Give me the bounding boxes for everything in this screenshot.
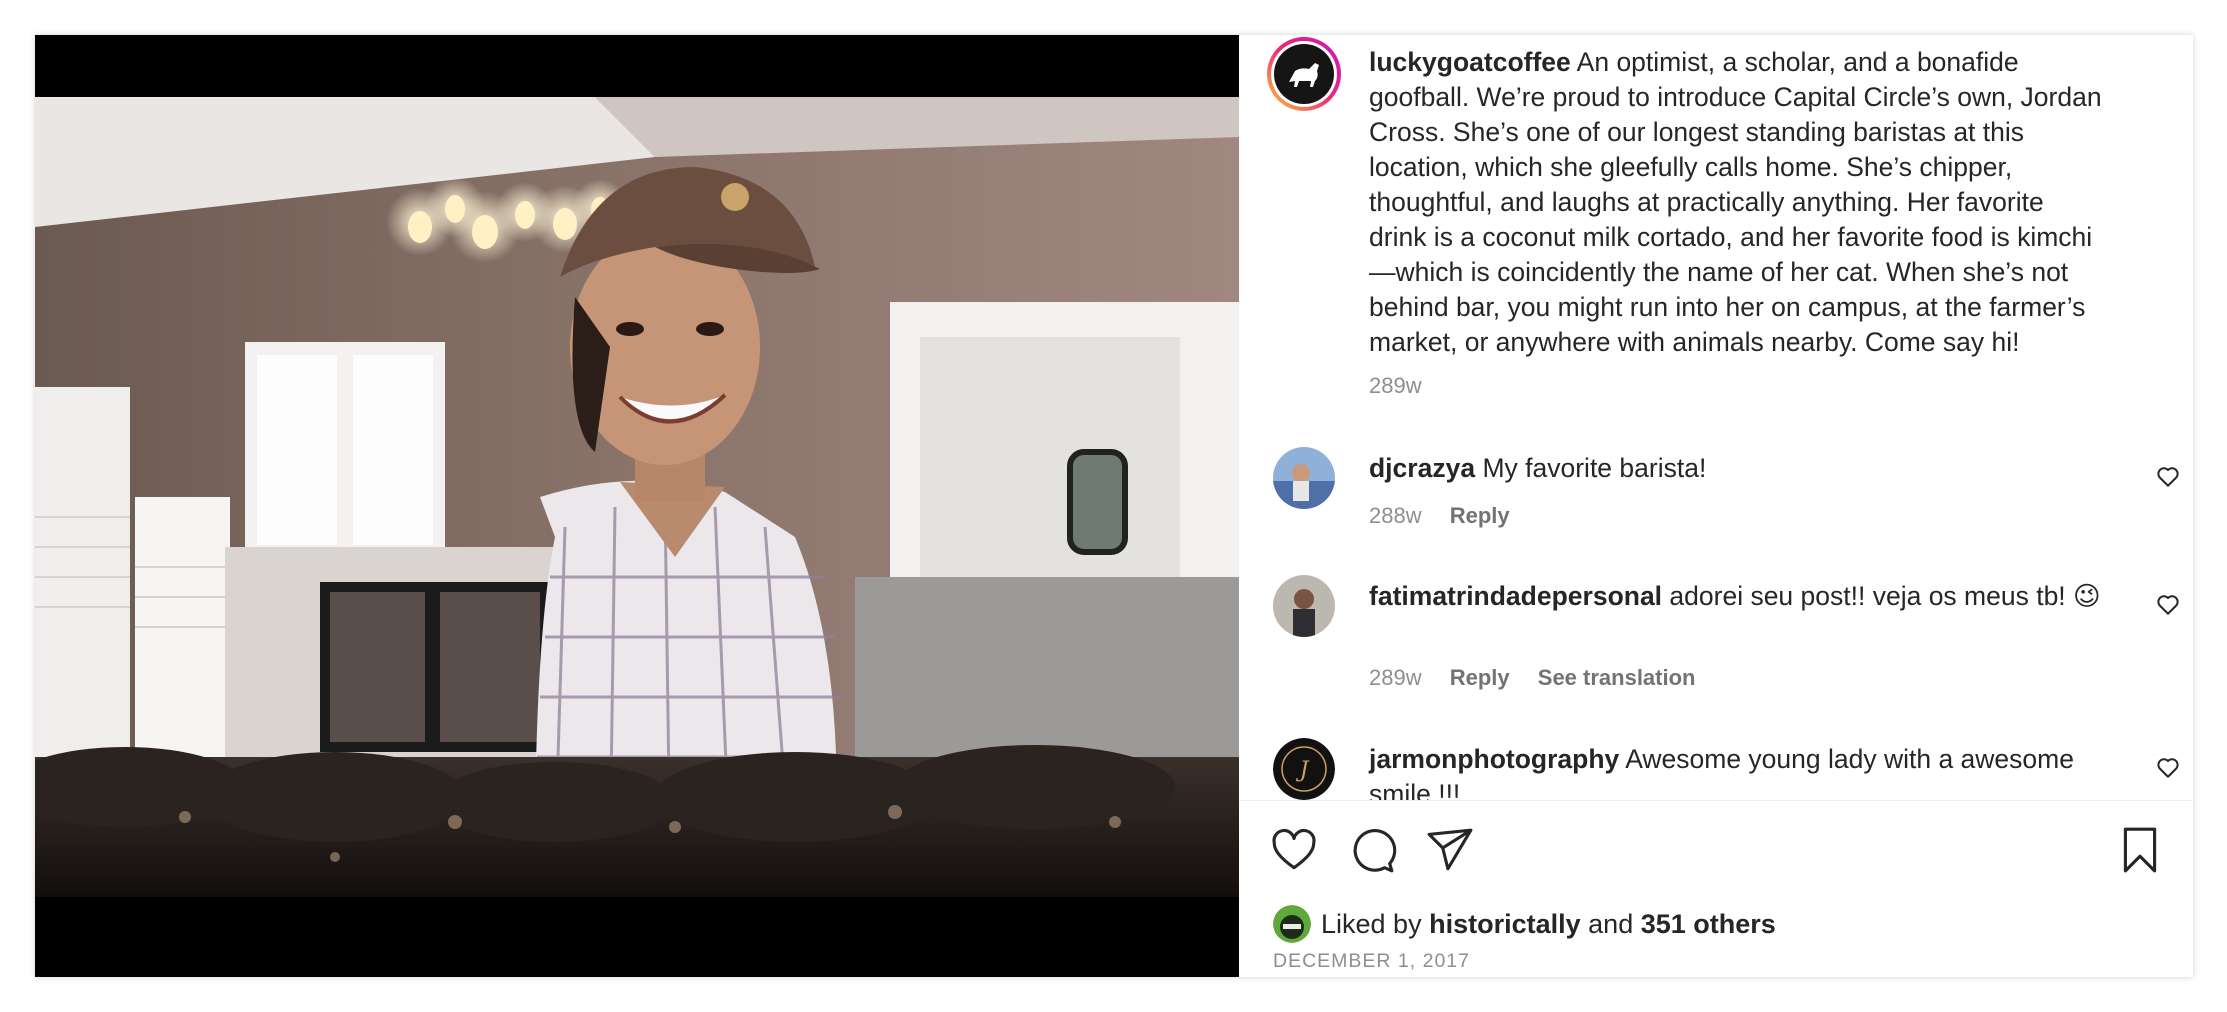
comment-username[interactable]: jarmonphotography xyxy=(1369,744,1619,774)
bookmark-icon[interactable] xyxy=(2115,825,2165,875)
share-icon[interactable] xyxy=(1425,825,1475,875)
likes-prefix: Liked by xyxy=(1321,908,1422,939)
reply-button[interactable]: Reply xyxy=(1450,503,1510,528)
like-icon[interactable] xyxy=(1269,825,1319,875)
comment-body: adorei seu post!! veja os meus tb! 😉 xyxy=(1669,581,2101,611)
comment-body: My favorite barista! xyxy=(1482,453,1707,483)
comment-like-icon[interactable] xyxy=(2155,463,2181,489)
comments-list[interactable]: luckygoatcoffee An optimist, a scholar, … xyxy=(1239,35,2193,800)
divider xyxy=(1239,800,2193,801)
comment-meta: 288w Reply xyxy=(1369,503,1532,529)
caption-text: luckygoatcoffee An optimist, a scholar, … xyxy=(1369,45,2103,360)
post-panel: luckygoatcoffee An optimist, a scholar, … xyxy=(1239,35,2193,977)
caption-age: 289w xyxy=(1369,373,1422,398)
comment-like-icon[interactable] xyxy=(2155,591,2181,617)
post-dialog: luckygoatcoffee An optimist, a scholar, … xyxy=(35,35,2193,977)
comment-meta: 289w Reply See translation xyxy=(1369,665,1717,691)
likes-conjunction: and xyxy=(1588,908,1634,939)
comment-username[interactable]: djcrazya xyxy=(1369,453,1475,483)
avatar[interactable] xyxy=(1273,575,1335,637)
avatar[interactable]: J xyxy=(1273,738,1335,800)
comment-icon[interactable] xyxy=(1347,825,1397,875)
author-username[interactable]: luckygoatcoffee xyxy=(1369,47,1571,77)
liker-avatar[interactable] xyxy=(1273,905,1311,943)
comment-text: jarmonphotography Awesome young lady wit… xyxy=(1369,742,2103,800)
comment-age: 289w xyxy=(1369,665,1422,690)
likes-others[interactable]: 351 others xyxy=(1641,909,1776,940)
comment-age: 288w xyxy=(1369,503,1422,528)
reply-button[interactable]: Reply xyxy=(1450,665,1510,690)
comment-text: fatimatrindadepersonal adorei seu post!!… xyxy=(1369,579,2103,614)
likes-summary[interactable]: Liked by historictally and 351 others xyxy=(1273,905,1776,943)
caption-body: An optimist, a scholar, and a bonafide g… xyxy=(1369,47,2102,357)
comment-like-icon[interactable] xyxy=(2155,754,2181,780)
liker-username[interactable]: historictally xyxy=(1429,909,1581,940)
comment-text: djcrazya My favorite barista! xyxy=(1369,451,2103,486)
avatar[interactable] xyxy=(1273,447,1335,509)
post-photo xyxy=(35,97,1239,897)
caption-meta: 289w xyxy=(1369,373,1444,399)
comment-username[interactable]: fatimatrindadepersonal xyxy=(1369,581,1662,611)
see-translation-button[interactable]: See translation xyxy=(1538,665,1696,690)
author-avatar[interactable] xyxy=(1265,35,1343,113)
action-bar xyxy=(1239,825,2193,881)
post-date: DECEMBER 1, 2017 xyxy=(1273,950,1470,972)
post-media[interactable] xyxy=(35,35,1239,977)
